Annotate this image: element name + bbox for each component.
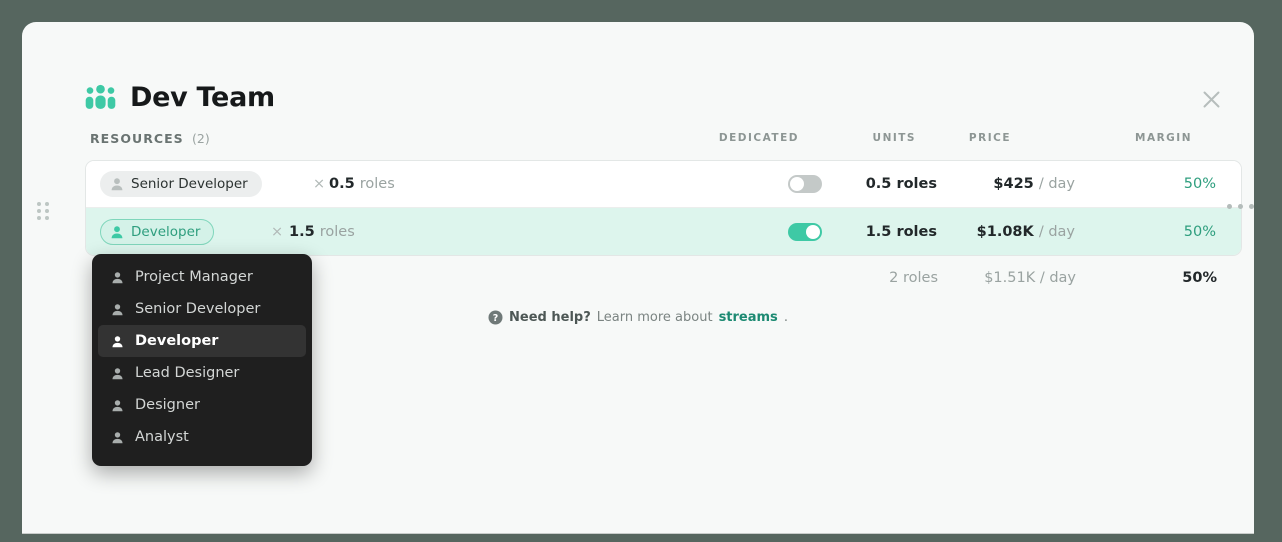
drag-grip-icon[interactable] [37,202,51,220]
table-column-headers: RESOURCES (2) DEDICATED UNITS PRICE MARG… [22,128,1254,154]
dropdown-item-label: Lead Designer [135,365,240,381]
help-strong-text: Need help? [509,310,591,325]
person-avatar-icon [111,303,124,316]
dropdown-item-label: Analyst [135,429,189,445]
more-horizontal-icon[interactable] [1227,204,1254,209]
person-avatar-icon [111,335,124,348]
person-avatar-icon [110,177,124,191]
role-chip-label: Developer [131,224,201,240]
dropdown-item-project-manager[interactable]: Project Manager [98,261,306,293]
cell-units: 1.5 roles [865,224,937,240]
question-circle-icon: ? [488,310,503,325]
person-avatar-icon [111,367,124,380]
total-margin: 50% [1182,270,1217,286]
total-units: 2 roles [889,270,938,286]
person-avatar-icon [111,431,124,444]
modal-header: Dev Team [22,22,1254,118]
team-detail-modal: Dev Team RESOURCES (2) DEDICATED UNITS P… [22,22,1254,534]
close-button[interactable] [1196,84,1226,114]
column-header-units: UNITS [872,132,916,144]
table-row[interactable]: Developer × 1.5 roles 1.5 roles $1.08K /… [86,208,1241,255]
dedicated-toggle[interactable] [788,175,822,193]
remove-multiplier-icon[interactable]: × [313,176,325,192]
resource-rows: Senior Developer × 0.5 roles 0.5 roles $… [85,160,1242,256]
help-period: . [783,310,788,325]
cell-margin: 50% [1183,224,1216,240]
dropdown-item-label: Developer [135,333,219,349]
remove-multiplier-icon[interactable]: × [271,224,283,240]
svg-text:?: ? [493,313,499,324]
role-chip-label: Senior Developer [131,176,248,192]
dropdown-item-senior-developer[interactable]: Senior Developer [98,293,306,325]
person-avatar-icon [111,399,124,412]
dropdown-item-label: Designer [135,397,200,413]
page-title: Dev Team [130,82,275,113]
person-avatar-icon [111,271,124,284]
role-dropdown-menu[interactable]: Project Manager Senior Developer Develop… [92,254,312,466]
streams-link[interactable]: streams [719,310,778,325]
dropdown-item-label: Senior Developer [135,301,261,317]
dropdown-item-analyst[interactable]: Analyst [98,421,306,453]
role-chip[interactable]: Senior Developer [100,171,262,197]
dedicated-toggle[interactable] [788,223,822,241]
dropdown-item-label: Project Manager [135,269,253,285]
dropdown-item-developer[interactable]: Developer [98,325,306,357]
help-text: Learn more about [596,310,713,325]
cell-units: 0.5 roles [865,176,937,192]
inline-units[interactable]: 0.5 roles [329,176,395,192]
total-price: $1.51K / day [984,270,1076,286]
resources-header-label: RESOURCES [90,131,184,146]
card-bottom-divider [22,533,1254,534]
cell-price: $1.08K / day [976,224,1075,240]
dropdown-item-lead-designer[interactable]: Lead Designer [98,357,306,389]
dropdown-item-designer[interactable]: Designer [98,389,306,421]
column-header-dedicated: DEDICATED [718,132,799,144]
close-icon [1202,90,1221,109]
people-group-icon [85,84,116,110]
cell-price: $425 / day [993,176,1075,192]
table-row[interactable]: Senior Developer × 0.5 roles 0.5 roles $… [86,161,1241,208]
column-header-margin: MARGIN [1135,132,1192,144]
role-chip[interactable]: Developer [100,219,215,245]
column-header-price: PRICE [968,132,1011,144]
inline-units[interactable]: 1.5 roles [289,224,355,240]
person-avatar-icon [110,225,124,239]
cell-margin: 50% [1183,176,1216,192]
resources-count: (2) [192,131,210,146]
